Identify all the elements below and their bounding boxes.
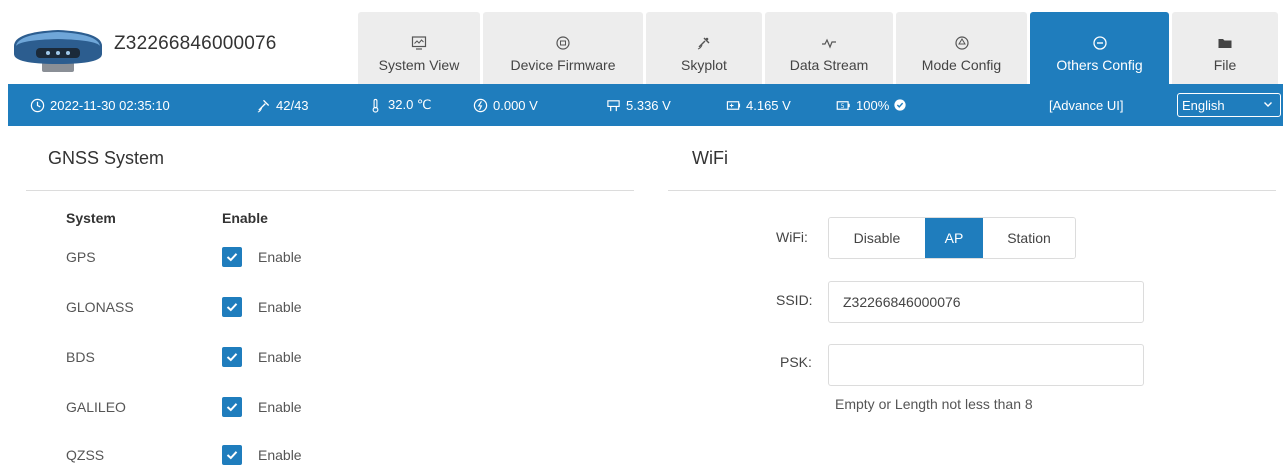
checkmark-icon: [226, 353, 238, 362]
tab-label: Skyplot: [681, 57, 727, 73]
firmware-icon: [556, 36, 570, 50]
language-select[interactable]: English: [1177, 93, 1281, 117]
checkmark-icon: [226, 303, 238, 312]
status-temperature: 32.0 ℃: [368, 84, 432, 126]
checkmark-icon: [226, 253, 238, 262]
tab-device-firmware[interactable]: Device Firmware: [483, 12, 643, 84]
battery-icon: 5: [836, 100, 850, 110]
svg-text:5: 5: [841, 104, 845, 110]
status-satellites: 42/43: [256, 84, 309, 126]
chevron-down-icon: [1264, 102, 1272, 107]
clock-icon: [30, 98, 45, 112]
others-config-icon: [1092, 36, 1107, 50]
wifi-divider: [668, 190, 1276, 191]
tab-others-config[interactable]: Others Config: [1030, 12, 1169, 84]
enable-label: Enable: [258, 399, 302, 415]
status-voltage-input: 0.000 V: [473, 84, 538, 126]
tab-label: System View: [378, 57, 460, 73]
gnss-section-title: GNSS System: [48, 148, 165, 168]
thermometer-icon: [372, 98, 379, 113]
satellite-icon: [697, 37, 710, 50]
mode-config-icon: [954, 36, 969, 50]
checkmark-icon: [226, 451, 238, 460]
gnss-divider: [26, 190, 634, 191]
system-name: GLONASS: [66, 299, 134, 315]
status-voltage-battery: 4.165 V: [726, 84, 791, 126]
tab-label: Data Stream: [789, 57, 869, 73]
status-voltage-external: 5.336 V: [606, 84, 671, 126]
status-bar: 2022-11-30 02:35:10 42/43 32.0 ℃ 0.000 V…: [8, 84, 1283, 126]
glonass-enable-checkbox[interactable]: [222, 297, 242, 317]
bds-enable-checkbox[interactable]: [222, 347, 242, 367]
power-in-icon: [473, 98, 488, 112]
system-name: BDS: [66, 349, 95, 365]
device-info: Z32266846000076: [8, 12, 348, 76]
check-circle-icon: [894, 99, 906, 111]
tab-mode-config[interactable]: Mode Config: [896, 12, 1027, 84]
column-header-enable: Enable: [222, 210, 268, 226]
enable-label: Enable: [258, 299, 302, 315]
main-tabs: System View Device Firmware Skyplot Data…: [358, 12, 1281, 84]
battery-voltage-icon: [726, 100, 741, 110]
checkmark-icon: [226, 403, 238, 412]
monitor-icon: [411, 36, 427, 50]
qzss-enable-checkbox[interactable]: [222, 445, 242, 465]
enable-label: Enable: [258, 249, 302, 265]
ssid-label: SSID:: [776, 292, 813, 308]
gnss-receiver-image: [14, 30, 102, 72]
gps-enable-checkbox[interactable]: [222, 247, 242, 267]
data-stream-icon: [822, 38, 836, 49]
psk-input[interactable]: [828, 344, 1144, 386]
wifi-mode-ap-button[interactable]: AP: [925, 218, 983, 258]
app-header: Z32266846000076 System View Device Firmw…: [0, 0, 1283, 84]
system-name: GALILEO: [66, 399, 126, 415]
galileo-enable-checkbox[interactable]: [222, 397, 242, 417]
advance-ui-link[interactable]: [Advance UI]: [1049, 84, 1123, 126]
wifi-mode-label: WiFi:: [776, 229, 808, 245]
enable-label: Enable: [258, 447, 302, 463]
tab-label: Mode Config: [921, 57, 1002, 73]
device-serial: Z32266846000076: [114, 33, 277, 54]
system-name: GPS: [66, 249, 96, 265]
power-plug-icon: [607, 99, 620, 111]
wifi-mode-station-button[interactable]: Station: [983, 218, 1075, 258]
tab-label: Device Firmware: [510, 57, 616, 73]
enable-label: Enable: [258, 349, 302, 365]
tab-file[interactable]: File: [1172, 12, 1278, 84]
tab-system-view[interactable]: System View: [358, 12, 480, 84]
psk-hint: Empty or Length not less than 8: [835, 396, 1033, 412]
satellite-count-icon: [257, 99, 270, 113]
ssid-input[interactable]: [828, 281, 1144, 323]
wifi-mode-selector: Disable AP Station: [828, 217, 1076, 259]
wifi-section-title: WiFi: [692, 148, 728, 168]
tab-data-stream[interactable]: Data Stream: [765, 12, 893, 84]
tab-label: Others Config: [1056, 57, 1143, 73]
status-battery: 5 100%: [836, 84, 911, 126]
column-header-system: System: [66, 210, 116, 226]
status-datetime: 2022-11-30 02:35:10: [30, 84, 170, 126]
tab-label: File: [1213, 57, 1237, 73]
wifi-mode-disable-button[interactable]: Disable: [829, 218, 925, 258]
system-name: QZSS: [66, 447, 105, 463]
psk-label: PSK:: [780, 354, 812, 370]
folder-icon: [1218, 39, 1232, 48]
tab-skyplot[interactable]: Skyplot: [646, 12, 762, 84]
